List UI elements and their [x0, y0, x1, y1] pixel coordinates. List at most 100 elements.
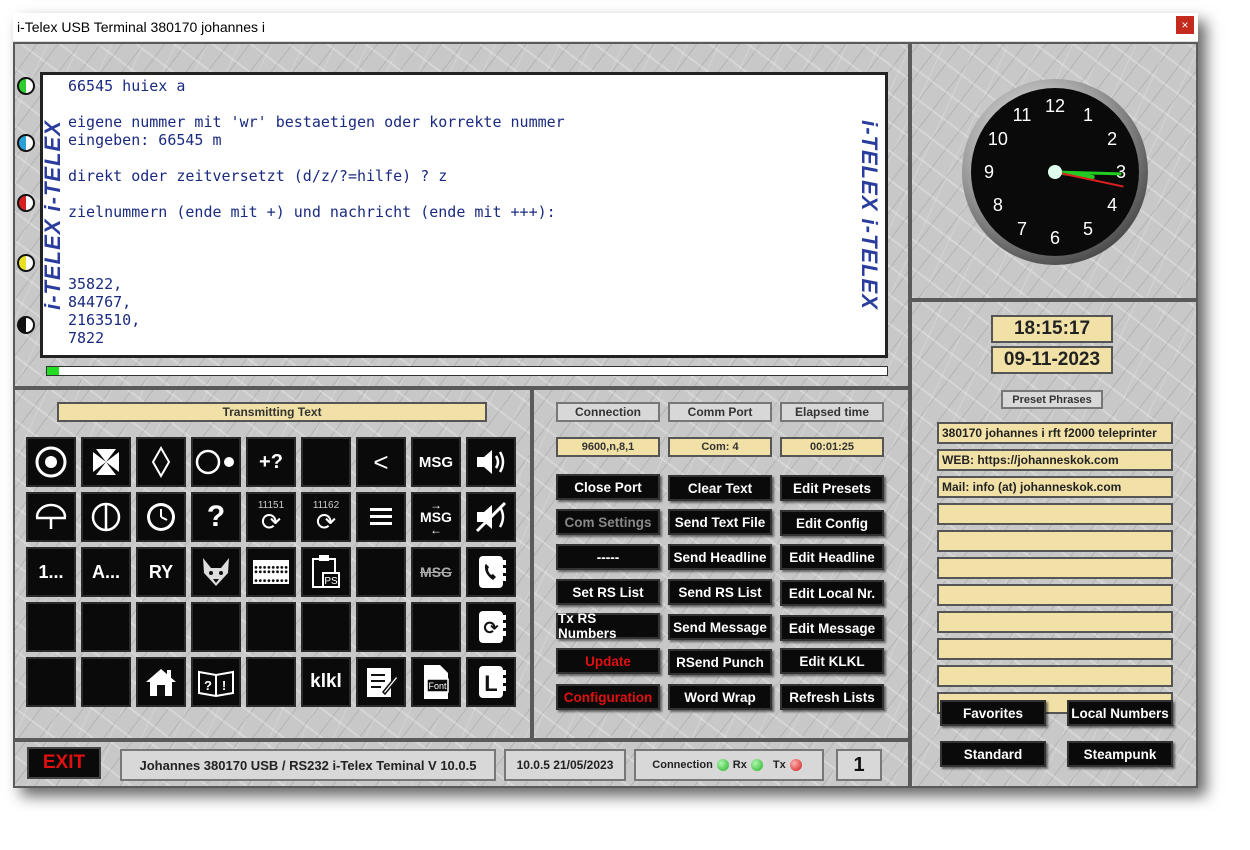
- punch-tape-icon[interactable]: [246, 547, 296, 597]
- title-bar: i-Telex USB Terminal 380170 johannes i ×: [13, 13, 1198, 42]
- black-indicator-icon[interactable]: [17, 316, 35, 334]
- empty-key[interactable]: [301, 437, 351, 487]
- preset-phrase-3[interactable]: Mail: info (at) johanneskok.com: [937, 476, 1173, 498]
- close-port-button[interactable]: Close Port: [556, 474, 660, 500]
- send-message-button[interactable]: Send Message: [668, 614, 772, 640]
- diamond-icon[interactable]: [136, 437, 186, 487]
- comm-port-label: Comm Port: [668, 402, 772, 422]
- favorites-button[interactable]: Favorites: [940, 700, 1046, 726]
- empty-key[interactable]: [81, 657, 131, 707]
- speaker-on-icon[interactable]: [466, 437, 516, 487]
- preset-phrase-4[interactable]: [937, 503, 1173, 525]
- maltese-cross-icon[interactable]: [81, 437, 131, 487]
- menu-icon[interactable]: [356, 492, 406, 542]
- send-text-file-button[interactable]: Send Text File: [668, 509, 772, 535]
- empty-key[interactable]: [356, 547, 406, 597]
- rsend-punch-button[interactable]: RSend Punch: [668, 649, 772, 675]
- rx-label: Rx: [732, 759, 747, 771]
- preset-phrase-5[interactable]: [937, 530, 1173, 552]
- msg-disabled-button[interactable]: MSG: [411, 547, 461, 597]
- phonebook-sync-icon[interactable]: ⟳: [466, 602, 516, 652]
- exit-button[interactable]: EXIT: [27, 747, 101, 779]
- tx-rs-numbers-button[interactable]: Tx RS Numbers: [556, 611, 660, 641]
- edit-local-nr-button[interactable]: Edit Local Nr.: [780, 580, 884, 606]
- book-l-icon[interactable]: L: [466, 657, 516, 707]
- svg-text:Font: Font: [428, 681, 447, 691]
- msg-swap-button[interactable]: → MSG ←: [411, 492, 461, 542]
- svg-text:L: L: [484, 671, 497, 696]
- yellow-indicator-icon[interactable]: [17, 254, 35, 272]
- com-settings-button[interactable]: Com Settings: [556, 509, 660, 535]
- less-than-button[interactable]: <: [356, 437, 406, 487]
- edit-presets-button[interactable]: Edit Presets: [780, 475, 884, 501]
- home-icon[interactable]: [136, 657, 186, 707]
- word-wrap-button[interactable]: Word Wrap: [668, 684, 772, 710]
- elapsed-time-value: 00:01:25: [780, 437, 884, 457]
- manual-icon[interactable]: ?!: [191, 657, 241, 707]
- empty-key[interactable]: [191, 602, 241, 652]
- preset-phrase-7[interactable]: [937, 584, 1173, 606]
- terminal-screen[interactable]: i-TELEX i-TELEX 66545 huiex a eigene num…: [40, 72, 888, 358]
- send-headline-button[interactable]: Send Headline: [668, 544, 772, 570]
- circle-bar-icon[interactable]: [81, 492, 131, 542]
- preset-phrase-2[interactable]: WEB: https://johanneskok.com: [937, 449, 1173, 471]
- empty-key[interactable]: [411, 602, 461, 652]
- green-indicator-icon[interactable]: [17, 77, 35, 95]
- plus-question-button[interactable]: +?: [246, 437, 296, 487]
- redial-11162-button[interactable]: 11162 ⟳: [301, 492, 351, 542]
- speaker-mute-icon[interactable]: [466, 492, 516, 542]
- close-icon[interactable]: ×: [1176, 16, 1194, 34]
- preset-phrase-10[interactable]: [937, 665, 1173, 687]
- empty-key[interactable]: [246, 602, 296, 652]
- refresh-lists-button[interactable]: Refresh Lists: [780, 684, 884, 710]
- edit-config-button[interactable]: Edit Config: [780, 510, 884, 536]
- preset-phrase-6[interactable]: [937, 557, 1173, 579]
- font-file-icon[interactable]: Font: [411, 657, 461, 707]
- empty-key[interactable]: [26, 602, 76, 652]
- itelex-band-right: i-TELEX i-TELEX: [859, 75, 879, 355]
- alpha-mode-button[interactable]: A...: [81, 547, 131, 597]
- dome-icon[interactable]: [26, 492, 76, 542]
- empty-key[interactable]: [81, 602, 131, 652]
- empty-key[interactable]: [246, 657, 296, 707]
- target-icon[interactable]: [26, 437, 76, 487]
- set-rs-list-button[interactable]: Set RS List: [556, 579, 660, 605]
- standard-button[interactable]: Standard: [940, 741, 1046, 767]
- terminal-text[interactable]: 66545 huiex a eigene nummer mit 'wr' bes…: [68, 77, 565, 347]
- empty-key[interactable]: [301, 602, 351, 652]
- numeric-mode-button[interactable]: 1...: [26, 547, 76, 597]
- blue-indicator-icon[interactable]: [17, 134, 35, 152]
- app-info: Johannes 380170 USB / RS232 i-Telex Temi…: [120, 749, 496, 781]
- local-numbers-button[interactable]: Local Numbers: [1067, 700, 1173, 726]
- msg-button[interactable]: MSG: [411, 437, 461, 487]
- circle-dot-icon[interactable]: [191, 437, 241, 487]
- redial-11151-button[interactable]: 11151 ⟳: [246, 492, 296, 542]
- empty-key[interactable]: [136, 602, 186, 652]
- question-button[interactable]: ?: [191, 492, 241, 542]
- ry-test-button[interactable]: RY: [136, 547, 186, 597]
- clock-icon[interactable]: [136, 492, 186, 542]
- red-indicator-icon[interactable]: [17, 194, 35, 212]
- empty-key[interactable]: [26, 657, 76, 707]
- edit-headline-button[interactable]: Edit Headline: [780, 544, 884, 570]
- elapsed-time-label: Elapsed time: [780, 402, 884, 422]
- update-button[interactable]: Update: [556, 648, 660, 674]
- configuration-button[interactable]: Configuration: [556, 684, 660, 710]
- clear-text-button[interactable]: Clear Text: [668, 475, 772, 501]
- send-rs-list-button[interactable]: Send RS List: [668, 579, 772, 605]
- fox-icon[interactable]: [191, 547, 241, 597]
- klkl-button[interactable]: klkl: [301, 657, 351, 707]
- preset-phrase-1[interactable]: 380170 johannes i rft f2000 teleprinter: [937, 422, 1173, 444]
- preset-phrase-8[interactable]: [937, 611, 1173, 633]
- empty-key[interactable]: [356, 602, 406, 652]
- window-title: i-Telex USB Terminal 380170 johannes i: [17, 19, 265, 35]
- preset-phrase-9[interactable]: [937, 638, 1173, 660]
- clipboard-ps-icon[interactable]: PS: [301, 547, 351, 597]
- edit-note-icon[interactable]: [356, 657, 406, 707]
- phonebook-icon[interactable]: [466, 547, 516, 597]
- edit-message-button[interactable]: Edit Message: [780, 615, 884, 641]
- digital-date: 09-11-2023: [991, 346, 1113, 374]
- edit-klkl-button[interactable]: Edit KLKL: [780, 648, 884, 674]
- dashes-button[interactable]: -----: [556, 544, 660, 570]
- steampunk-button[interactable]: Steampunk: [1067, 741, 1173, 767]
